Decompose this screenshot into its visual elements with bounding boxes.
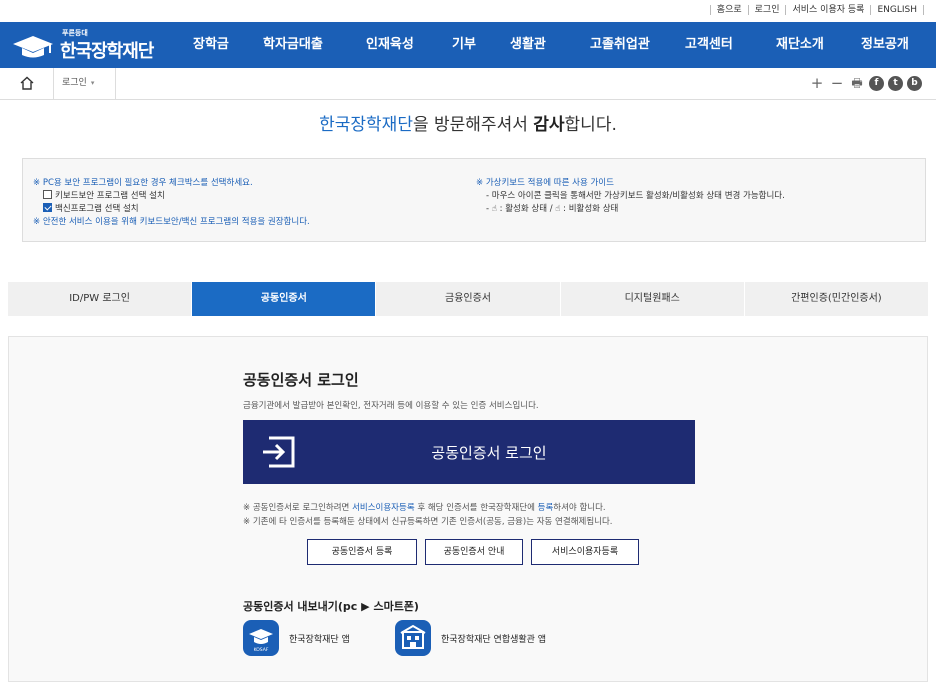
- dormitory-app-label: 한국장학재단 연합생활관 앱: [441, 634, 547, 645]
- welcome-message: 한국장학재단을 방문해주셔서 감사합니다.: [0, 110, 936, 135]
- nav-donation[interactable]: 기부: [452, 22, 476, 68]
- certificate-login-panel: 공동인증서 로그인 금융기관에서 발급받아 본인확인, 전자거래 등에 이용할 …: [8, 336, 928, 682]
- service-register-link[interactable]: 서비스이용자등록: [352, 503, 415, 513]
- panel-description: 금융기관에서 발급받아 본인확인, 전자거래 등에 이용할 수 있는 인증 서비…: [243, 401, 539, 411]
- kosaf-badge: KOSAF: [254, 647, 269, 653]
- print-icon[interactable]: 🖶: [849, 75, 865, 91]
- security-notice: ※ PC용 보안 프로그램이 필요한 경우 체크박스를 선택하세요. 키보드보안…: [22, 158, 926, 242]
- twitter-icon[interactable]: t: [888, 75, 903, 91]
- tab-financial-certificate[interactable]: 금융인증서: [376, 282, 560, 316]
- export-title: 공동인증서 내보내기(pc ▶ 스마트폰): [243, 600, 419, 613]
- antivirus-checkbox[interactable]: [43, 203, 52, 212]
- util-home-link[interactable]: 홈으로: [709, 5, 748, 15]
- blog-icon[interactable]: b: [907, 75, 922, 91]
- note1-text-c: 하셔야 합니다.: [553, 503, 606, 513]
- security-program-options: ※ PC용 보안 프로그램이 필요한 경우 체크박스를 선택하세요. 키보드보안…: [33, 177, 310, 229]
- nav-scholarship[interactable]: 장학금: [193, 22, 229, 68]
- logo-name: 한국장학재단: [60, 41, 154, 62]
- certificate-notes: ※ 공동인증서로 로그인하려면 서비스이용자등록 후 해당 인증서를 한국장학재…: [243, 501, 613, 529]
- graduation-cap-icon: [13, 36, 53, 58]
- login-method-tabs: ID/PW 로그인 공동인증서 금융인증서 디지털원패스 간편인증(민간인증서): [8, 282, 929, 316]
- tab-id-pw[interactable]: ID/PW 로그인: [8, 282, 192, 316]
- welcome-mid: 을 방문해주셔서: [412, 115, 534, 135]
- util-register-link[interactable]: 서비스 이용자 등록: [785, 5, 870, 15]
- util-english-link[interactable]: ENGLISH: [870, 5, 924, 15]
- certificate-action-buttons: 공동인증서 등록 공동인증서 안내 서비스이용자등록: [307, 539, 647, 565]
- panel-title: 공동인증서 로그인: [243, 371, 359, 389]
- service-user-register-button[interactable]: 서비스이용자등록: [531, 539, 639, 565]
- notice-left-footer: ※ 안전한 서비스 이용을 위해 키보드보안/백신 프로그램의 적용을 권장합니…: [33, 217, 310, 227]
- global-header: 푸른등대 한국장학재단 장학금 학자금대출 인재육성 기부 생활관 고졸취업관 …: [0, 22, 936, 68]
- kosaf-app-link[interactable]: KOSAF 한국장학재단 앱: [243, 620, 350, 656]
- keyboard-security-label: 키보드보안 프로그램 선택 설치: [55, 191, 165, 201]
- page-tools: + − 🖶 f t b: [805, 75, 922, 91]
- note-line-2: ※ 기존에 타 인증서를 등록해둔 상태에서 신규등록하면 기존 인증서(공동,…: [243, 517, 613, 527]
- certificate-login-label: 공동인증서 로그인: [431, 444, 547, 462]
- register-certificate-button[interactable]: 공동인증서 등록: [307, 539, 417, 565]
- register-link[interactable]: 등록: [538, 503, 554, 513]
- certificate-guide-button[interactable]: 공동인증서 안내: [425, 539, 523, 565]
- chevron-down-icon: ▾: [90, 79, 95, 87]
- facebook-icon[interactable]: f: [869, 75, 884, 91]
- breadcrumb: 로그인 ▾ + − 🖶 f t b: [0, 68, 936, 100]
- home-button[interactable]: [0, 68, 54, 99]
- nav-about[interactable]: 재단소개: [776, 22, 824, 68]
- antivirus-label: 백신프로그램 선택 설치: [55, 204, 139, 214]
- note1-text-a: ※ 공동인증서로 로그인하려면: [243, 503, 353, 513]
- nav-customer-center[interactable]: 고객센터: [685, 22, 733, 68]
- note1-text-b: 후 해당 인증서를 한국장학재단에: [414, 503, 538, 513]
- tab-digital-onepass[interactable]: 디지털원패스: [560, 282, 744, 316]
- tab-simple-auth[interactable]: 간편인증(민간인증서): [744, 282, 929, 316]
- note-line-1: ※ 공동인증서로 로그인하려면 서비스이용자등록 후 해당 인증서를 한국장학재…: [243, 501, 613, 515]
- home-icon: [20, 76, 34, 90]
- nav-highschool-jobs[interactable]: 고졸취업관: [590, 22, 650, 68]
- kosaf-app-label: 한국장학재단 앱: [289, 634, 350, 645]
- nav-student-loan[interactable]: 학자금대출: [263, 22, 323, 68]
- certificate-login-button[interactable]: 공동인증서 로그인: [243, 420, 695, 484]
- zoom-out-button[interactable]: −: [829, 75, 845, 91]
- nav-disclosure[interactable]: 정보공개: [861, 22, 909, 68]
- main-navigation: 장학금 학자금대출 인재육성 기부 생활관 고졸취업관 고객센터 재단소개 정보…: [180, 22, 936, 68]
- notice-right-line2: - ☝ : 활성화 상태 / ☝ : 비활성화 상태: [486, 204, 619, 214]
- notice-left-title: ※ PC용 보안 프로그램이 필요한 경우 체크박스를 선택하세요.: [33, 178, 253, 188]
- zoom-in-button[interactable]: +: [809, 75, 825, 91]
- dormitory-app-link[interactable]: 한국장학재단 연합생활관 앱: [395, 620, 546, 656]
- utility-bar: 홈으로 로그인 서비스 이용자 등록 ENGLISH: [0, 0, 936, 22]
- breadcrumb-label: 로그인: [62, 78, 87, 88]
- virtual-keyboard-guide: ※ 가상키보드 적용에 따른 사용 가이드 - 마우스 아이콘 클릭을 통해서만…: [476, 177, 785, 216]
- keyboard-security-option[interactable]: 키보드보안 프로그램 선택 설치: [33, 190, 310, 203]
- tab-joint-certificate[interactable]: 공동인증서: [192, 282, 376, 316]
- welcome-bold: 감사: [533, 115, 565, 135]
- util-login-link[interactable]: 로그인: [747, 5, 786, 15]
- nav-dormitory[interactable]: 생활관: [510, 22, 546, 68]
- welcome-org: 한국장학재단: [319, 115, 413, 135]
- notice-right-line1: - 마우스 아이콘 클릭을 통해서만 가상키보드 활성화/비활성화 상태 변경 …: [486, 191, 785, 201]
- dormitory-app-icon: [395, 620, 431, 656]
- antivirus-option[interactable]: 백신프로그램 선택 설치: [33, 203, 310, 216]
- nav-talent[interactable]: 인재육성: [366, 22, 414, 68]
- breadcrumb-current[interactable]: 로그인 ▾: [54, 68, 116, 99]
- notice-right-title: ※ 가상키보드 적용에 따른 사용 가이드: [476, 178, 614, 188]
- keyboard-security-checkbox[interactable]: [43, 190, 52, 199]
- site-logo[interactable]: 푸른등대 한국장학재단: [12, 26, 172, 64]
- welcome-end: 합니다.: [564, 115, 617, 135]
- kosaf-app-icon: KOSAF: [243, 620, 279, 656]
